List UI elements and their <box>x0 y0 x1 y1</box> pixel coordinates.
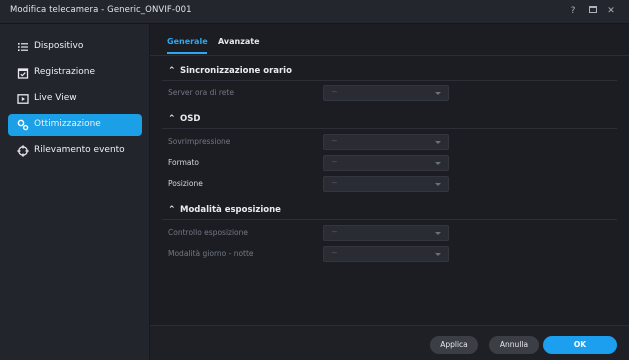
maximize-button[interactable] <box>586 4 600 18</box>
chevron-up-icon: ⌃ <box>168 66 176 76</box>
tab-generale[interactable]: Generale <box>167 37 208 46</box>
cancel-button[interactable]: Annulla <box>489 336 539 354</box>
chevron-down-icon <box>435 232 441 235</box>
sidebar-item-label: Registrazione <box>34 67 96 77</box>
chevron-down-icon <box>435 253 441 256</box>
section-title: Sincronizzazione orario <box>180 66 292 76</box>
field-label: Formato <box>168 158 200 167</box>
posizione-select[interactable]: -- <box>323 176 449 192</box>
sidebar-item-registrazione[interactable]: Registrazione <box>8 62 142 84</box>
section-divider <box>162 219 617 220</box>
dialog-footer: Applica Annulla OK <box>150 325 629 360</box>
section-title: Modalità esposizione <box>180 205 281 215</box>
modalita-giorno-notte-select[interactable]: -- <box>323 246 449 262</box>
title-bar: Modifica telecamera - Generic_ONVIF-001 … <box>0 0 629 24</box>
apply-button[interactable]: Applica <box>430 336 478 354</box>
section-header-osd[interactable]: ⌃ OSD <box>168 114 200 124</box>
sidebar-item-live-view[interactable]: Live View <box>8 88 142 110</box>
select-value: -- <box>332 228 338 236</box>
section-title: OSD <box>180 114 201 124</box>
section-divider <box>162 128 617 129</box>
crosshair-icon <box>17 145 29 157</box>
select-value: -- <box>332 158 338 166</box>
tab-avanzate[interactable]: Avanzate <box>218 37 260 46</box>
chevron-down-icon <box>435 141 441 144</box>
controllo-esposizione-select[interactable]: -- <box>323 225 449 241</box>
sidebar-item-rilevamento-evento[interactable]: Rilevamento evento <box>8 140 142 162</box>
help-button[interactable]: ? <box>566 4 580 18</box>
sidebar-item-label: Live View <box>34 93 77 103</box>
select-value: -- <box>332 137 338 145</box>
active-tab-indicator <box>167 52 207 54</box>
list-icon <box>18 43 28 51</box>
sidebar-item-label: Dispositivo <box>34 41 84 51</box>
chevron-down-icon <box>435 92 441 95</box>
ok-button[interactable]: OK <box>543 336 617 354</box>
maximize-icon <box>589 6 597 13</box>
sidebar: Dispositivo Registrazione Live View Otti… <box>0 24 150 360</box>
chevron-down-icon <box>435 183 441 186</box>
chevron-down-icon <box>435 162 441 165</box>
close-button[interactable]: ✕ <box>604 4 618 18</box>
sidebar-item-dispositivo[interactable]: Dispositivo <box>8 36 142 58</box>
select-value: -- <box>332 88 338 96</box>
select-value: -- <box>332 179 338 187</box>
sidebar-item-label: Rilevamento evento <box>34 145 125 155</box>
sidebar-item-ottimizzazione[interactable]: Ottimizzazione <box>8 114 142 136</box>
settings-panel: ⌃ Sincronizzazione orario Server ora di r… <box>150 57 629 325</box>
section-divider <box>162 80 617 81</box>
section-header-sincronizzazione[interactable]: ⌃ Sincronizzazione orario <box>168 66 292 76</box>
section-header-esposizione[interactable]: ⌃ Modalità esposizione <box>168 205 281 215</box>
calendar-icon <box>17 68 29 79</box>
sovrimpressione-select[interactable]: -- <box>323 134 449 150</box>
chevron-up-icon: ⌃ <box>168 114 176 124</box>
gears-icon <box>17 119 29 131</box>
tab-bar: Generale Avanzate <box>150 24 629 56</box>
formato-select[interactable]: -- <box>323 155 449 171</box>
sidebar-item-label: Ottimizzazione <box>34 119 101 129</box>
play-icon <box>17 94 29 104</box>
window-title: Modifica telecamera - Generic_ONVIF-001 <box>10 5 192 15</box>
field-label: Server ora di rete <box>168 88 234 97</box>
field-label: Controllo esposizione <box>168 228 249 237</box>
chevron-up-icon: ⌃ <box>168 205 176 215</box>
server-ora-select[interactable]: -- <box>323 85 449 101</box>
field-label: Posizione <box>168 179 203 188</box>
field-label: Modalità giorno - notte <box>168 249 254 258</box>
field-label: Sovrimpressione <box>168 137 231 146</box>
select-value: -- <box>332 249 338 257</box>
